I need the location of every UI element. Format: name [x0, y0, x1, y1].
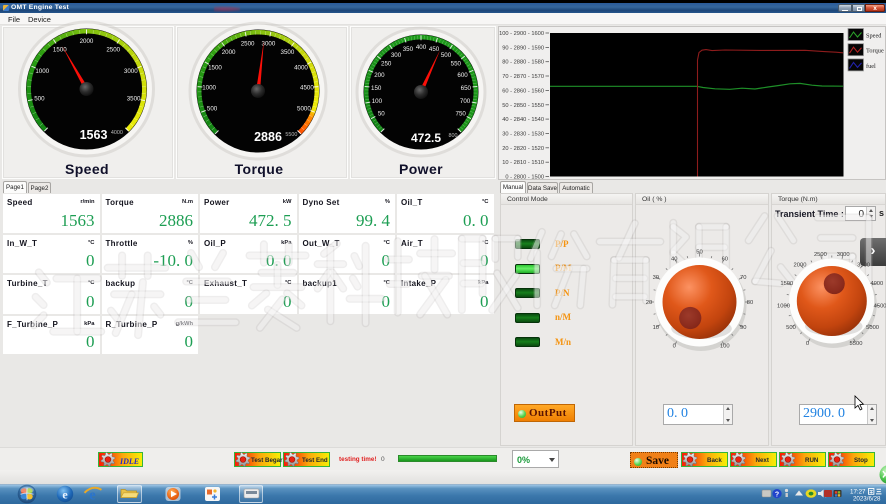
svg-text:50: 50 — [378, 110, 385, 117]
svg-text:1500: 1500 — [53, 46, 67, 53]
svg-text:472.5: 472.5 — [411, 131, 441, 145]
svg-text:700: 700 — [460, 98, 471, 105]
svg-text:80: 80 — [747, 300, 753, 306]
svg-text:0 - 2800 - 1500: 0 - 2800 - 1500 — [505, 175, 544, 181]
svg-text:90 - 2890 - 1590: 90 - 2890 - 1590 — [502, 45, 544, 51]
svg-text:4000: 4000 — [111, 130, 123, 136]
svg-text:fuel: fuel — [866, 63, 876, 70]
svg-text:2000: 2000 — [222, 49, 236, 56]
svg-text:200: 200 — [374, 72, 385, 79]
svg-text:2000: 2000 — [80, 38, 94, 45]
svg-text:4500: 4500 — [300, 85, 314, 92]
svg-text:2023/6/28: 2023/6/28 — [853, 496, 881, 503]
svg-text:750: 750 — [456, 110, 467, 117]
svg-text:4500: 4500 — [874, 304, 886, 310]
svg-text:150: 150 — [371, 85, 382, 92]
svg-text:5500: 5500 — [850, 341, 863, 347]
svg-text:60: 60 — [722, 256, 728, 262]
svg-text:100: 100 — [372, 98, 383, 105]
svg-text:400: 400 — [416, 44, 427, 51]
svg-text:Torque: Torque — [866, 48, 884, 55]
svg-text:100 - 2900 - 1600: 100 - 2900 - 1600 — [499, 31, 544, 37]
svg-text:80 - 2880 - 1580: 80 - 2880 - 1580 — [502, 60, 544, 66]
svg-text:10: 10 — [653, 325, 659, 331]
svg-text:1000: 1000 — [777, 304, 790, 310]
svg-text:e: e — [62, 488, 68, 502]
svg-text:3500: 3500 — [127, 96, 141, 103]
svg-text:450: 450 — [429, 46, 440, 53]
svg-text:600: 600 — [457, 72, 468, 79]
svg-text:800: 800 — [449, 133, 458, 139]
svg-text:5000: 5000 — [866, 325, 879, 331]
svg-text:100: 100 — [720, 344, 730, 350]
svg-text:2000: 2000 — [794, 262, 807, 268]
svg-text:70 - 2870 - 1570: 70 - 2870 - 1570 — [502, 74, 544, 80]
svg-text:2886: 2886 — [254, 130, 282, 144]
svg-text:5500: 5500 — [285, 132, 297, 138]
svg-text:90: 90 — [740, 325, 746, 331]
svg-text:2500: 2500 — [814, 252, 827, 258]
svg-text:500: 500 — [34, 96, 45, 103]
svg-text:50 - 2850 - 1550: 50 - 2850 - 1550 — [502, 103, 544, 109]
svg-text:0: 0 — [673, 344, 676, 350]
svg-text:1000: 1000 — [35, 68, 49, 75]
svg-text:70: 70 — [740, 275, 746, 281]
svg-text:e: e — [89, 488, 96, 504]
svg-text:3000: 3000 — [124, 68, 138, 75]
svg-text:40 - 2840 - 1540: 40 - 2840 - 1540 — [502, 117, 544, 123]
svg-text:3500: 3500 — [281, 49, 295, 56]
svg-text:350: 350 — [403, 46, 414, 53]
svg-text:650: 650 — [461, 85, 472, 92]
svg-text:3500: 3500 — [857, 262, 870, 268]
svg-text:4000: 4000 — [870, 281, 883, 287]
svg-text:1563: 1563 — [80, 128, 108, 142]
svg-text:1000: 1000 — [202, 85, 216, 92]
svg-text:20: 20 — [646, 300, 652, 306]
svg-text:500: 500 — [207, 105, 218, 112]
svg-text:250: 250 — [381, 61, 392, 68]
svg-text:300: 300 — [391, 52, 402, 59]
svg-text:40: 40 — [671, 256, 677, 262]
svg-text:3000: 3000 — [262, 40, 276, 47]
svg-text:5000: 5000 — [297, 105, 311, 112]
svg-text:500: 500 — [441, 52, 452, 59]
svg-text:50: 50 — [696, 250, 702, 256]
svg-text:2500: 2500 — [106, 46, 120, 53]
svg-text:?: ? — [775, 492, 779, 499]
svg-text:17:27: 17:27 — [850, 489, 866, 496]
svg-text:20 - 2820 - 1520: 20 - 2820 - 1520 — [502, 146, 544, 152]
svg-text:500: 500 — [786, 325, 796, 331]
svg-text:10 - 2810 - 1510: 10 - 2810 - 1510 — [502, 160, 544, 166]
svg-text:2500: 2500 — [241, 40, 255, 47]
svg-text:3000: 3000 — [837, 252, 850, 258]
svg-text:Speed: Speed — [866, 33, 882, 40]
svg-text:60 - 2860 - 1560: 60 - 2860 - 1560 — [502, 88, 544, 94]
svg-text:1500: 1500 — [780, 281, 793, 287]
svg-text:0: 0 — [806, 341, 809, 347]
svg-text:30: 30 — [653, 275, 659, 281]
svg-text:1500: 1500 — [208, 65, 222, 72]
svg-text:4000: 4000 — [294, 65, 308, 72]
svg-text:30 - 2830 - 1530: 30 - 2830 - 1530 — [502, 131, 544, 137]
svg-text:550: 550 — [451, 61, 462, 68]
